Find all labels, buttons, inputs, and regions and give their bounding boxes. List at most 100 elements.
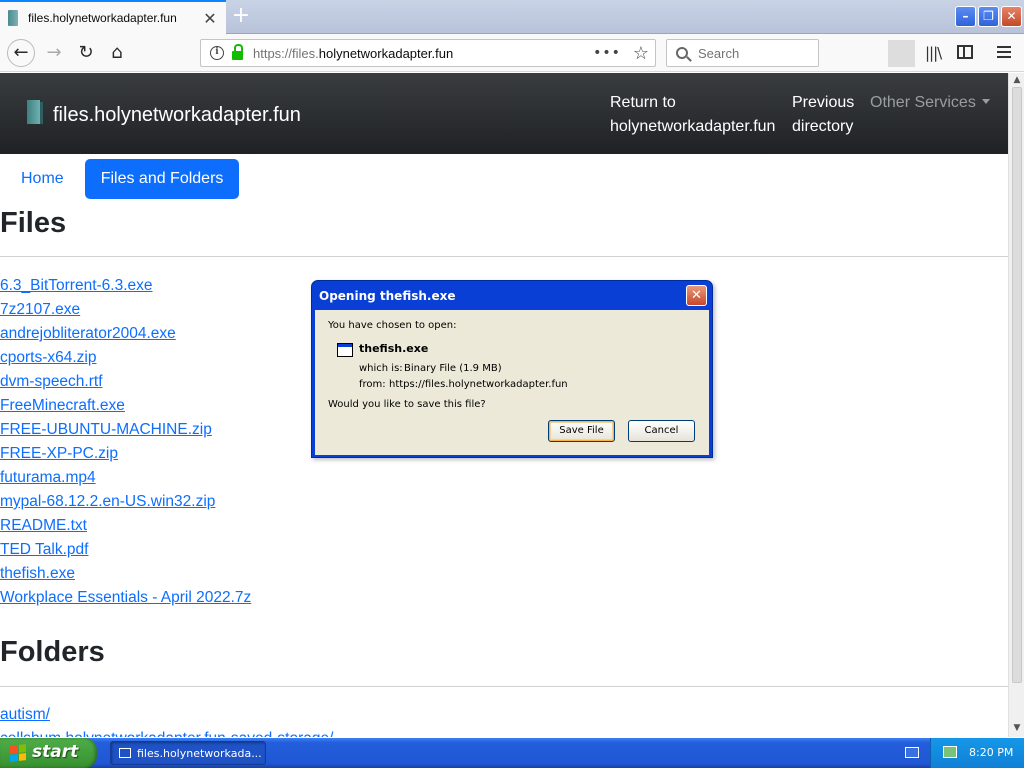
list-item: mypal-68.12.2.en-US.win32.zip bbox=[0, 490, 251, 514]
list-item: futurama.mp4 bbox=[0, 466, 251, 490]
dialog-question: Would you like to save this file? bbox=[328, 399, 486, 410]
file-link[interactable]: TED Talk.pdf bbox=[0, 541, 88, 558]
reload-icon[interactable]: ↻ bbox=[73, 40, 99, 66]
window-controls: – ❐ ✕ bbox=[955, 6, 1022, 27]
search-placeholder: Search bbox=[698, 45, 740, 61]
taskbar: start files.holynetworkada... 8:20 PM bbox=[0, 738, 1024, 768]
tab-strip: files.holynetworkadapter.fun ✕ + – ❐ ✕ bbox=[0, 0, 1024, 34]
list-item: andrejobliterator2004.exe bbox=[0, 322, 251, 346]
download-dialog: Opening thefish.exe ✕ You have chosen to… bbox=[311, 280, 713, 458]
file-link[interactable]: FREE-UBUNTU-MACHINE.zip bbox=[0, 421, 212, 438]
list-item: 6.3_BitTorrent-6.3.exe bbox=[0, 274, 251, 298]
file-link[interactable]: Workplace Essentials - April 2022.7z bbox=[0, 589, 251, 606]
restore-button[interactable]: ❐ bbox=[978, 6, 999, 27]
search-icon bbox=[676, 47, 688, 59]
new-tab-button[interactable]: + bbox=[228, 4, 254, 30]
previous-directory-link[interactable]: Previous directory bbox=[792, 91, 854, 139]
browser-tab[interactable]: files.holynetworkadapter.fun ✕ bbox=[0, 0, 226, 34]
list-item: FreeMinecraft.exe bbox=[0, 394, 251, 418]
scroll-thumb[interactable] bbox=[1012, 87, 1022, 683]
file-link[interactable]: 7z2107.exe bbox=[0, 301, 80, 318]
file-link[interactable]: cports-x64.zip bbox=[0, 349, 96, 366]
file-link[interactable]: FreeMinecraft.exe bbox=[0, 397, 125, 414]
dialog-filename: thefish.exe bbox=[359, 342, 429, 355]
site-brand[interactable]: files.holynetworkadapter.fun bbox=[53, 104, 301, 127]
taskbar-firefox-item[interactable]: files.holynetworkada... bbox=[110, 741, 266, 765]
hamburger-menu-icon[interactable] bbox=[997, 46, 1011, 61]
application-icon bbox=[337, 343, 353, 357]
dialog-body: You have chosen to open: thefish.exe whi… bbox=[315, 310, 709, 455]
file-list: 6.3_BitTorrent-6.3.exe 7z2107.exe andrejob… bbox=[0, 274, 251, 610]
dialog-title: Opening thefish.exe bbox=[319, 289, 456, 303]
lock-icon bbox=[232, 43, 243, 60]
nav-toolbar: ← → ↻ ⌂ i https://files.holynetworkadapt… bbox=[0, 34, 1024, 72]
files-heading: Files bbox=[0, 207, 67, 239]
close-tab-icon[interactable]: ✕ bbox=[202, 9, 218, 28]
divider bbox=[0, 256, 1008, 257]
list-item: FREE-XP-PC.zip bbox=[0, 442, 251, 466]
forward-arrow-icon[interactable]: → bbox=[41, 40, 67, 66]
file-link[interactable]: futurama.mp4 bbox=[0, 469, 96, 486]
list-item: TED Talk.pdf bbox=[0, 538, 251, 562]
folder-link[interactable]: autism/ bbox=[0, 706, 50, 723]
list-item: cellsbum.holynetworkadapter.fun-saved-st… bbox=[0, 727, 333, 737]
minimize-button[interactable]: – bbox=[955, 6, 976, 27]
folder-link[interactable]: cellsbum.holynetworkadapter.fun-saved-st… bbox=[0, 730, 333, 737]
dialog-intro: You have chosen to open: bbox=[328, 320, 457, 331]
dialog-close-button[interactable]: ✕ bbox=[686, 285, 707, 306]
library-icon[interactable]: |||\ bbox=[925, 44, 942, 62]
return-home-link[interactable]: Return to holynetworkadapter.fun bbox=[610, 91, 775, 139]
back-arrow-icon[interactable]: ← bbox=[7, 39, 35, 67]
dialog-titlebar[interactable]: Opening thefish.exe ✕ bbox=[315, 281, 709, 310]
list-item: FREE-UBUNTU-MACHINE.zip bbox=[0, 418, 251, 442]
bookmark-star-icon[interactable]: ☆ bbox=[633, 43, 649, 64]
tab-files-and-folders[interactable]: Files and Folders bbox=[84, 159, 240, 199]
extension-button[interactable] bbox=[888, 40, 915, 67]
which-is-label: which is: bbox=[359, 363, 403, 374]
tab-title: files.holynetworkadapter.fun bbox=[28, 11, 177, 25]
file-link[interactable]: andrejobliterator2004.exe bbox=[0, 325, 176, 342]
book-icon bbox=[27, 100, 43, 124]
taskbar-item-label: files.holynetworkada... bbox=[137, 746, 262, 760]
cancel-button[interactable]: Cancel bbox=[628, 420, 695, 442]
scroll-up-icon[interactable]: ▲ bbox=[1011, 75, 1023, 87]
file-link[interactable]: 6.3_BitTorrent-6.3.exe bbox=[0, 277, 153, 294]
list-item: autism/ bbox=[0, 703, 333, 727]
close-window-button[interactable]: ✕ bbox=[1001, 6, 1022, 27]
scroll-down-icon[interactable]: ▼ bbox=[1011, 723, 1023, 735]
list-item: cports-x64.zip bbox=[0, 346, 251, 370]
file-link[interactable]: mypal-68.12.2.en-US.win32.zip bbox=[0, 493, 215, 510]
keyboard-icon[interactable] bbox=[905, 747, 919, 758]
home-icon[interactable]: ⌂ bbox=[104, 40, 130, 66]
other-services-dropdown[interactable]: Other Services bbox=[870, 91, 990, 115]
file-link[interactable]: FREE-XP-PC.zip bbox=[0, 445, 118, 462]
file-link[interactable]: dvm-speech.rtf bbox=[0, 373, 103, 390]
divider bbox=[0, 686, 1008, 687]
start-button[interactable]: start bbox=[0, 738, 97, 768]
which-is-value: Binary File (1.9 MB) bbox=[404, 363, 502, 374]
system-tray: 8:20 PM bbox=[930, 738, 1024, 768]
from-label: from: bbox=[359, 379, 386, 390]
page-actions-icon[interactable]: ••• bbox=[593, 45, 621, 61]
site-header: files.holynetworkadapter.fun Return to h… bbox=[0, 73, 1008, 154]
tab-home[interactable]: Home bbox=[0, 159, 85, 199]
info-icon[interactable]: i bbox=[210, 46, 224, 60]
list-item: Workplace Essentials - April 2022.7z bbox=[0, 586, 251, 610]
start-label: start bbox=[32, 742, 79, 762]
list-item: 7z2107.exe bbox=[0, 298, 251, 322]
windows-logo-icon bbox=[10, 744, 26, 762]
vertical-scrollbar[interactable]: ▲ ▼ bbox=[1008, 73, 1024, 737]
file-link[interactable]: README.txt bbox=[0, 517, 87, 534]
firefox-window-icon bbox=[119, 748, 131, 758]
search-input[interactable]: Search bbox=[666, 39, 819, 67]
url-text[interactable]: https://files.holynetworkadapter.fun bbox=[253, 46, 593, 61]
network-icon[interactable] bbox=[943, 746, 957, 758]
folders-heading: Folders bbox=[0, 636, 105, 668]
list-item: README.txt bbox=[0, 514, 251, 538]
save-file-button[interactable]: Save File bbox=[548, 420, 615, 442]
folder-list: autism/cellsbum.holynetworkadapter.fun-s… bbox=[0, 703, 333, 737]
url-bar[interactable]: i https://files.holynetworkadapter.fun •… bbox=[200, 39, 656, 67]
clock[interactable]: 8:20 PM bbox=[969, 746, 1013, 759]
file-link[interactable]: thefish.exe bbox=[0, 565, 75, 582]
sidebar-icon[interactable] bbox=[957, 45, 973, 59]
